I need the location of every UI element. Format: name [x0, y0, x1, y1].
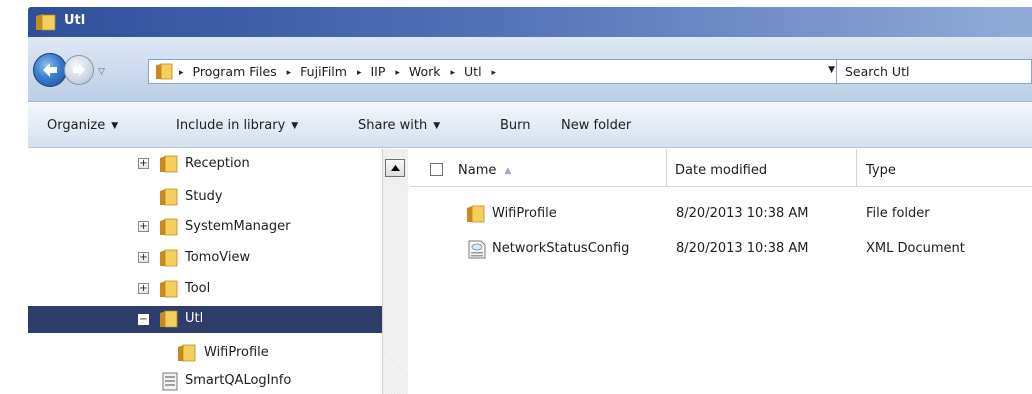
organize-label: Organize [47, 118, 106, 133]
arrow-right-icon [73, 64, 85, 76]
file-name: NetworkStatusConfig [492, 241, 630, 256]
recent-pages-dropdown[interactable]: ▽ [98, 67, 105, 77]
folder-icon [159, 188, 179, 210]
expand-icon[interactable]: + [138, 158, 149, 169]
tree-item-label: Utl [185, 311, 204, 326]
folder-icon [159, 218, 179, 240]
chevron-right-icon[interactable]: ▸ [395, 68, 400, 78]
column-header-date[interactable]: Date modified [667, 149, 857, 187]
chevron-down-icon: ▼ [433, 121, 441, 131]
triangle-up-icon [391, 165, 400, 171]
address-dropdown-icon[interactable]: ▼ [828, 65, 835, 75]
folder-icon [466, 205, 486, 227]
include-in-library-button[interactable]: Include in library ▼ [176, 118, 298, 133]
expand-icon[interactable]: + [138, 283, 149, 294]
tree-item-label: Study [185, 189, 223, 204]
chevron-right-icon[interactable]: ▸ [357, 68, 362, 78]
column-date-label: Date modified [675, 163, 768, 178]
tree-item-label: TomoView [185, 250, 251, 265]
new-folder-button[interactable]: New folder [561, 118, 631, 133]
organize-button[interactable]: Organize ▼ [47, 118, 118, 133]
chevron-right-icon[interactable]: ▸ [492, 68, 497, 78]
file-list-pane: Name ▲ Date modified Type WifiProfile 8/2… [410, 149, 1032, 394]
chevron-right-icon[interactable]: ▸ [179, 68, 184, 78]
burn-button[interactable]: Burn [500, 118, 531, 133]
column-type-label: Type [866, 163, 896, 178]
tree-item-label: SmartQALogInfo [185, 373, 292, 388]
folder-icon [159, 155, 179, 177]
vertical-scrollbar[interactable] [382, 149, 408, 394]
folder-icon [159, 280, 179, 302]
tree-item[interactable]: + Tool [28, 277, 382, 301]
chevron-down-icon: ▼ [291, 121, 299, 131]
file-name: WifiProfile [492, 206, 557, 221]
breadcrumb-item[interactable]: Program Files [193, 64, 277, 79]
tree-item[interactable]: + Reception [28, 152, 382, 176]
scroll-up-button[interactable] [385, 159, 405, 177]
folder-icon [159, 310, 179, 332]
folder-icon [177, 344, 197, 366]
title-bar[interactable]: Utl [28, 7, 1032, 37]
sort-ascending-icon: ▲ [504, 166, 512, 176]
command-toolbar: Organize ▼ Include in library ▼ Share with… [28, 103, 1032, 148]
tree-item[interactable]: + SystemManager [28, 215, 382, 239]
tree-item-label: SystemManager [185, 219, 291, 234]
collapse-icon[interactable]: − [138, 314, 149, 325]
tree-item-label: Tool [185, 281, 211, 296]
breadcrumb-item[interactable]: IIP [370, 64, 385, 79]
share-with-button[interactable]: Share with ▼ [358, 118, 440, 133]
forward-button[interactable] [64, 55, 94, 85]
folder-icon [155, 63, 173, 84]
column-header-name[interactable]: Name ▲ [410, 149, 667, 187]
xml-document-icon [468, 240, 486, 263]
chevron-right-icon[interactable]: ▸ [287, 68, 292, 78]
burn-label: Burn [500, 118, 531, 133]
file-type: File folder [866, 206, 930, 221]
column-name-label: Name [458, 163, 497, 178]
new-folder-label: New folder [561, 118, 632, 133]
navigation-bar: ▽ ▸ Program Files ▸ FujiFilm ▸ IIP ▸ Wor… [28, 37, 1032, 102]
file-date: 8/20/2013 10:38 AM [676, 241, 809, 256]
file-type: XML Document [866, 241, 965, 256]
breadcrumb-item[interactable]: Work [409, 64, 441, 79]
tree-item-label: Reception [185, 156, 250, 171]
chevron-right-icon[interactable]: ▸ [451, 68, 456, 78]
share-label: Share with [358, 118, 428, 133]
tree-item[interactable]: SmartQALogInfo [28, 369, 382, 393]
expand-icon[interactable]: + [138, 221, 149, 232]
file-icon [162, 372, 178, 394]
column-header-type[interactable]: Type [857, 149, 1032, 187]
column-header-row: Name ▲ Date modified Type [410, 149, 1032, 187]
address-bar[interactable]: ▸ Program Files ▸ FujiFilm ▸ IIP ▸ Work … [148, 59, 868, 84]
include-label: Include in library [176, 118, 286, 133]
navigation-pane: + Reception Study + SystemManager + Tomo… [28, 149, 408, 394]
chevron-down-icon: ▼ [111, 121, 119, 131]
arrow-left-icon [43, 63, 57, 77]
folder-icon [35, 13, 57, 35]
window-title: Utl [64, 13, 86, 28]
tree-item-label: WifiProfile [204, 345, 269, 360]
tree-item[interactable]: + TomoView [28, 246, 382, 270]
select-all-checkbox[interactable] [430, 163, 443, 176]
folder-icon [159, 249, 179, 271]
back-button[interactable] [33, 53, 67, 87]
tree-item-selected[interactable]: − Utl [28, 306, 382, 333]
tree-item[interactable]: Study [28, 185, 382, 209]
breadcrumb-item[interactable]: Utl [464, 64, 482, 79]
tree-item[interactable]: WifiProfile [28, 341, 382, 365]
file-row[interactable]: WifiProfile 8/20/2013 10:38 AM File fold… [410, 202, 1032, 226]
search-input[interactable]: Search Utl [836, 59, 1032, 84]
breadcrumb-item[interactable]: FujiFilm [300, 64, 347, 79]
file-row[interactable]: NetworkStatusConfig 8/20/2013 10:38 AM X… [410, 237, 1032, 261]
expand-icon[interactable]: + [138, 252, 149, 263]
file-date: 8/20/2013 10:38 AM [676, 206, 809, 221]
breadcrumb: ▸ Program Files ▸ FujiFilm ▸ IIP ▸ Work … [179, 64, 501, 79]
